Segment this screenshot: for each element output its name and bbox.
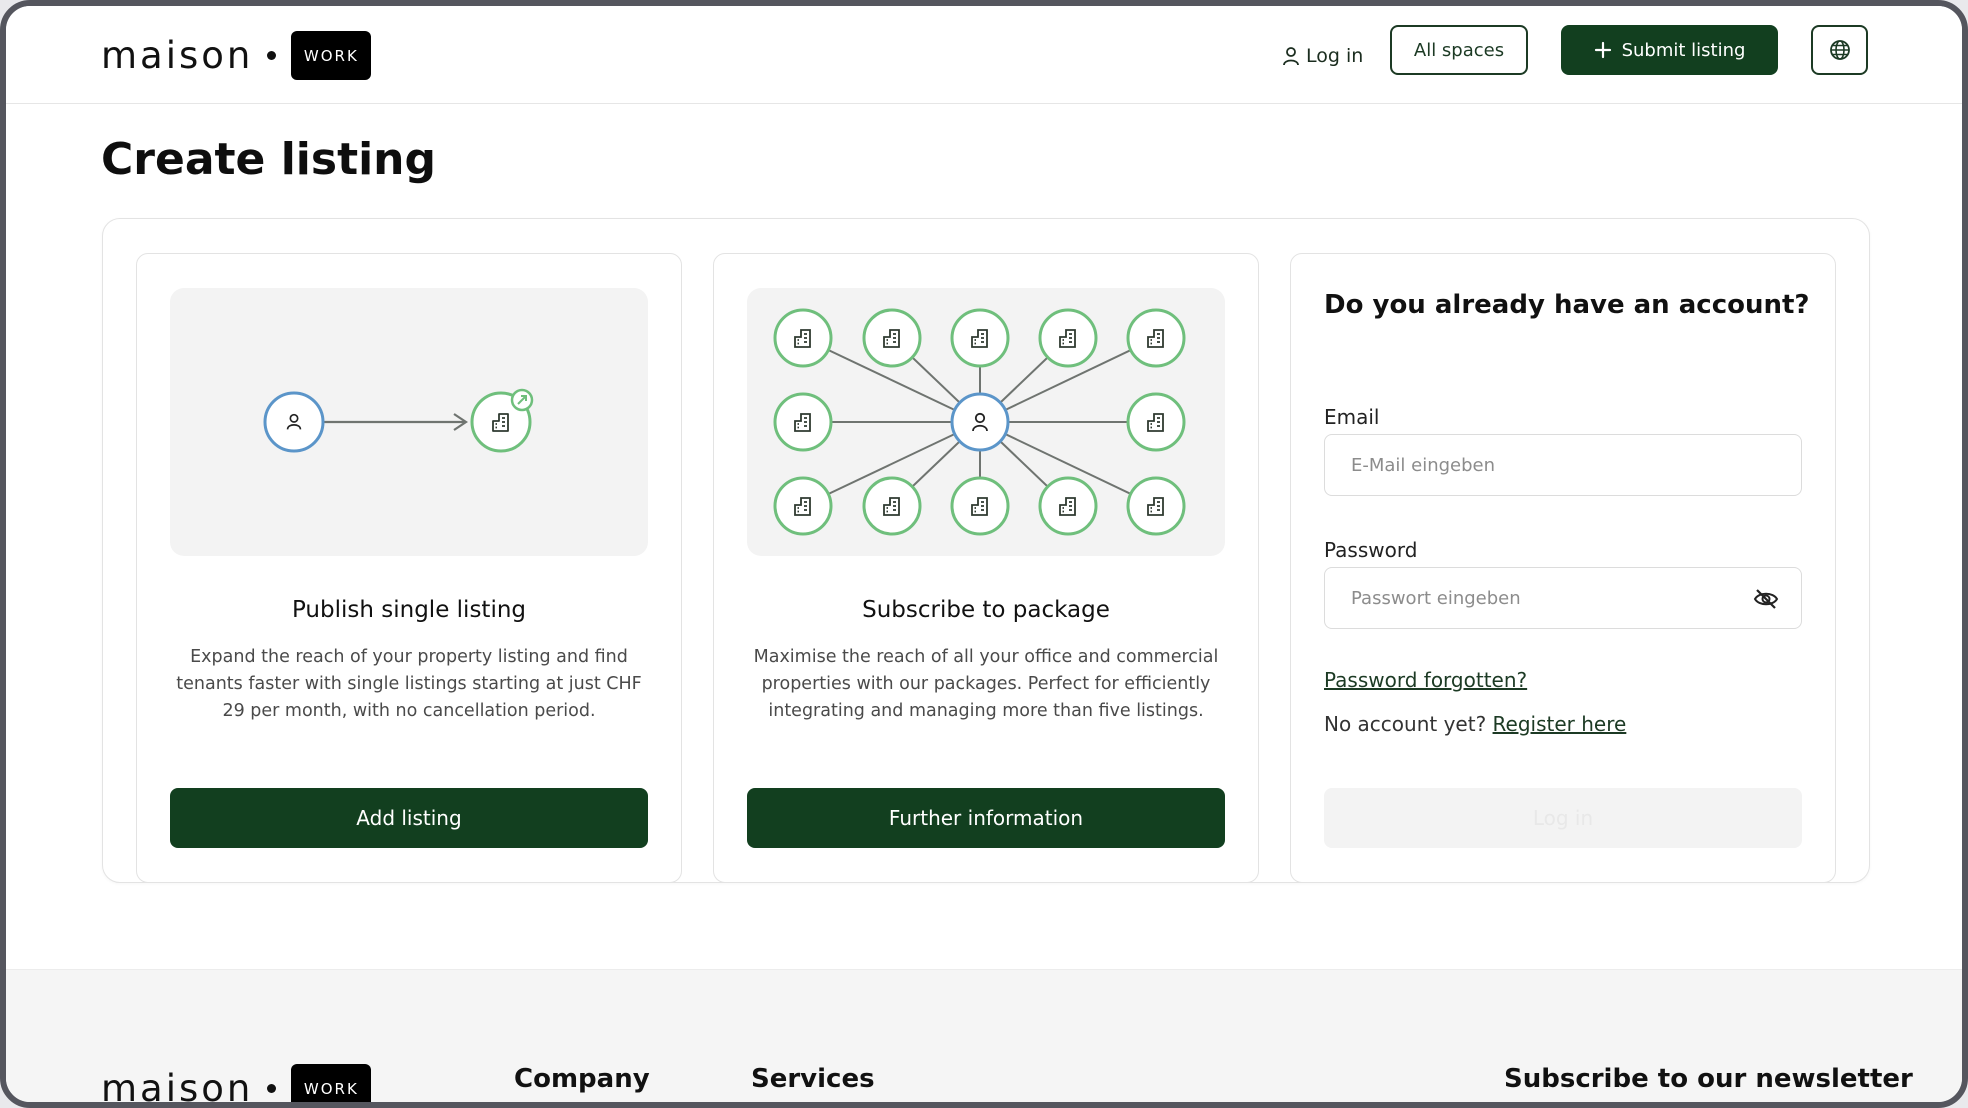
user-icon <box>1283 47 1299 66</box>
brand-dot <box>267 51 277 60</box>
login-card: Do you already have an account? Email E-… <box>1290 253 1836 883</box>
add-listing-button[interactable]: Add listing <box>170 788 648 848</box>
package-title: Subscribe to package <box>862 597 1110 623</box>
footer-brand-name: maison <box>101 1067 254 1108</box>
building-node-icon <box>862 308 922 368</box>
building-node-icon <box>1126 392 1186 452</box>
building-node-icon <box>773 476 833 536</box>
all-spaces-label: All spaces <box>1413 39 1505 61</box>
login-link[interactable]: Log in <box>1282 40 1363 72</box>
no-account-text: No account yet? Register here <box>1324 712 1626 736</box>
single-listing-description: Expand the reach of your property listin… <box>176 647 642 721</box>
building-node-icon <box>1126 308 1186 368</box>
package-description: Maximise the reach of all your office an… <box>753 647 1219 721</box>
building-node-icon <box>773 392 833 452</box>
single-listing-card: Publish single listing Expand the reach … <box>136 253 682 883</box>
further-information-label: Further information <box>888 806 1084 830</box>
password-field[interactable]: Passwort eingeben <box>1324 567 1802 629</box>
login-submit-label: Log in <box>1532 806 1594 830</box>
browser-frame: maison WORK Log in All spaces Submit lis… <box>0 0 1968 1108</box>
plus-icon <box>1594 41 1611 59</box>
footer-brand-badge: WORK <box>291 1064 372 1102</box>
listing-options-panel: Publish single listing Expand the reach … <box>102 218 1870 883</box>
footer-brand-dot <box>267 1084 277 1093</box>
footer-company-heading: Company <box>514 1064 650 1094</box>
register-link[interactable]: Register here <box>1493 712 1627 736</box>
language-button[interactable] <box>1811 25 1868 75</box>
single-listing-illustration <box>170 288 648 556</box>
site-header: maison WORK Log in All spaces Submit lis… <box>6 6 1962 104</box>
user-node-icon <box>950 392 1010 452</box>
login-link-label: Log in <box>1306 45 1364 67</box>
password-placeholder: Passwort eingeben <box>1351 587 1521 609</box>
login-title: Do you already have an account? <box>1324 290 1810 320</box>
external-link-badge-icon <box>510 388 534 412</box>
password-forgotten-link[interactable]: Password forgotten? <box>1324 668 1527 692</box>
footer-logo[interactable]: maison WORK <box>101 1064 372 1108</box>
email-placeholder: E-Mail eingeben <box>1351 454 1496 476</box>
all-spaces-button[interactable]: All spaces <box>1390 25 1528 75</box>
user-node-icon <box>263 391 325 453</box>
building-node-icon <box>1038 308 1098 368</box>
footer-newsletter-heading: Subscribe to our newsletter <box>1504 1064 1913 1094</box>
building-node-icon <box>773 308 833 368</box>
building-node-icon <box>950 308 1010 368</box>
email-label: Email <box>1324 405 1380 429</box>
brand-name: maison <box>101 34 254 77</box>
brand-badge: WORK <box>291 31 372 80</box>
page-title: Create listing <box>101 134 437 185</box>
building-node-icon <box>950 476 1010 536</box>
building-node-icon <box>1038 476 1098 536</box>
package-card: Subscribe to package Maximise the reach … <box>713 253 1259 883</box>
single-listing-title: Publish single listing <box>291 597 527 623</box>
submit-listing-label: Submit listing <box>1621 39 1746 61</box>
submit-listing-button[interactable]: Submit listing <box>1561 25 1778 75</box>
email-field[interactable]: E-Mail eingeben <box>1324 434 1802 496</box>
no-account-label: No account yet? <box>1324 712 1487 736</box>
package-illustration <box>747 288 1225 556</box>
further-information-button[interactable]: Further information <box>747 788 1225 848</box>
brand-logo[interactable]: maison WORK <box>101 31 372 80</box>
eye-off-icon[interactable] <box>1753 587 1779 611</box>
globe-icon <box>1829 40 1850 60</box>
building-node-icon <box>862 476 922 536</box>
footer-services-heading: Services <box>751 1064 875 1094</box>
building-node-icon <box>1126 476 1186 536</box>
login-submit-button[interactable]: Log in <box>1324 788 1802 848</box>
add-listing-label: Add listing <box>356 806 462 830</box>
password-label: Password <box>1324 538 1418 562</box>
